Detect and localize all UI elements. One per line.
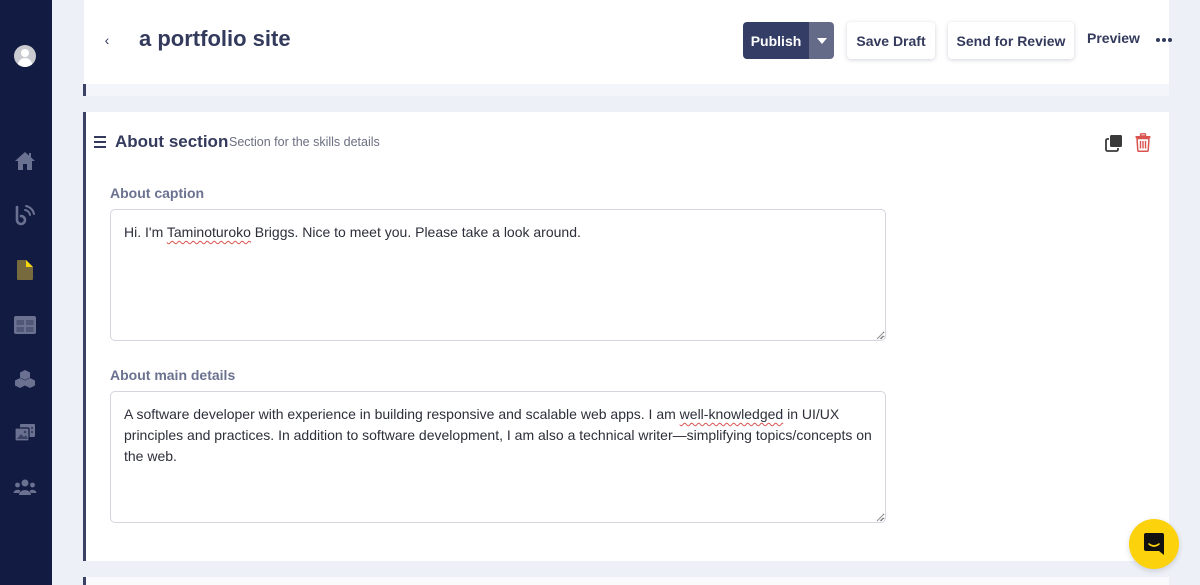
sidebar-item-layout[interactable] <box>13 313 37 337</box>
misspelled-word: Taminoturoko <box>166 224 251 240</box>
grid-layout-icon <box>14 316 36 334</box>
caption-text: Hi. I'm <box>124 224 167 240</box>
dot-icon <box>1168 38 1172 42</box>
caption-text: Briggs. Nice to meet you. Please take a … <box>250 224 581 240</box>
resize-handle-icon[interactable] <box>876 332 884 340</box>
resize-handle-icon[interactable] <box>876 514 884 522</box>
page-title: a portfolio site <box>139 26 291 51</box>
save-draft-button[interactable]: Save Draft <box>847 22 935 59</box>
publish-button-group: Publish <box>743 22 834 59</box>
publish-options-dropdown[interactable] <box>809 22 834 59</box>
drag-handle-icon[interactable] <box>94 136 106 148</box>
sidebar-nav <box>0 0 52 585</box>
document-icon <box>17 260 33 280</box>
details-text: A software developer with experience in … <box>124 406 680 422</box>
avatar-head <box>21 49 29 57</box>
sidebar-item-media[interactable] <box>13 421 37 445</box>
chat-icon <box>1144 533 1164 555</box>
next-section-edge <box>86 577 1169 585</box>
trash-icon <box>1135 133 1151 153</box>
cubes-icon <box>15 370 35 388</box>
dot-icon <box>1162 38 1166 42</box>
sidebar-item-home[interactable] <box>13 149 37 173</box>
about-main-details-label: About main details <box>110 367 236 383</box>
send-for-review-button[interactable]: Send for Review <box>948 22 1074 59</box>
section-description: Section for the skills details <box>229 135 380 149</box>
avatar-body <box>18 58 32 67</box>
about-caption-label: About caption <box>110 185 205 201</box>
caret-down-icon <box>816 37 827 44</box>
sidebar-item-pages[interactable] <box>13 258 37 282</box>
back-button[interactable]: ‹ <box>100 30 114 50</box>
delete-section-button[interactable] <box>1135 133 1151 153</box>
duplicate-section-button[interactable] <box>1105 134 1123 152</box>
sidebar-item-team[interactable] <box>13 475 37 499</box>
chevron-left-icon: ‹ <box>104 32 110 48</box>
sidebar-item-blog[interactable] <box>13 203 37 227</box>
section-title: About section <box>115 132 229 151</box>
preview-button[interactable]: Preview <box>1087 30 1140 46</box>
duplicate-icon <box>1105 135 1122 152</box>
user-avatar[interactable] <box>14 45 36 67</box>
users-icon <box>13 479 37 495</box>
dot-icon <box>1156 38 1160 42</box>
blog-feed-icon <box>15 205 35 226</box>
previous-section-edge <box>86 84 1169 96</box>
chat-support-button[interactable] <box>1129 519 1179 569</box>
publish-button[interactable]: Publish <box>743 22 809 59</box>
about-caption-textarea[interactable]: Hi. I'm Taminoturoko Briggs. Nice to mee… <box>110 209 886 341</box>
media-gallery-icon <box>14 424 35 442</box>
sidebar-item-components[interactable] <box>13 367 37 391</box>
misspelled-word: well-knowledged <box>679 406 784 422</box>
more-options-button[interactable] <box>1155 30 1173 50</box>
about-main-details-textarea[interactable]: A software developer with experience in … <box>110 391 886 523</box>
home-icon <box>15 152 35 170</box>
